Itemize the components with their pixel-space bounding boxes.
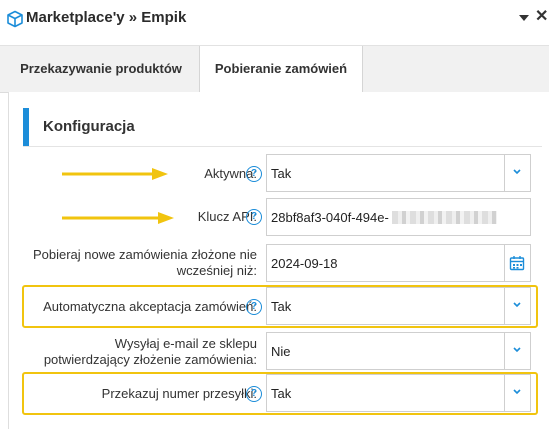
field-label: Przekazuj numer przesyłki: [101,386,257,401]
dropdown-button[interactable] [504,333,530,369]
input-value: 2024-09-18 [271,256,338,271]
tab-bar: Przekazywanie produktów Pobieranie zamów… [0,45,549,93]
aktywna-select[interactable]: Tak [266,154,531,192]
help-icon[interactable]: ? [246,299,262,315]
input-value: 28bf8af3-040f-494e- [271,210,389,225]
calendar-button[interactable] [504,245,530,281]
wysylaj-email-select[interactable]: Nie [266,332,531,370]
dropdown-button[interactable] [504,288,530,324]
field-label: Wysyłaj e-mail ze sklepu potwierdzający … [43,336,257,367]
help-icon[interactable]: ? [246,209,262,225]
field-row-przekazuj-numer: Przekazuj numer przesyłki: ? Tak [0,374,549,414]
cube-icon [7,10,23,28]
dropdown-button[interactable] [504,155,530,191]
section-accent-bar [23,108,29,146]
field-row-wysylaj-email: Wysyłaj e-mail ze sklepu potwierdzający … [0,332,549,372]
field-label: Automatyczna akceptacja zamówień: [43,299,257,314]
chevron-down-icon [513,347,521,353]
chevron-down-icon [513,302,521,308]
help-icon[interactable]: ? [246,386,262,402]
tab-przekazywanie-produktow[interactable]: Przekazywanie produktów [6,46,196,92]
caret-down-icon[interactable] [517,11,531,25]
help-icon[interactable]: ? [246,166,262,182]
field-row-automatyczna-akceptacja: Automatyczna akceptacja zamówień: ? Tak [0,287,549,327]
select-value: Nie [271,344,291,359]
calendar-icon [509,256,525,271]
dropdown-button[interactable] [504,375,530,411]
chevron-down-icon [513,389,521,395]
select-value: Tak [271,299,292,314]
tab-pobieranie-zamowien[interactable]: Pobieranie zamówień [199,46,363,93]
field-row-klucz-api: Klucz API: ? 28bf8af3-040f-494e- [0,198,549,238]
section-title: Konfiguracja [43,118,135,135]
field-row-data: Pobieraj nowe zamówienia złożone nie wcz… [0,243,549,283]
date-input[interactable]: 2024-09-18 [266,244,531,282]
select-value: Tak [271,166,292,181]
field-row-aktywna: Aktywna: ? Tak [0,154,549,194]
automatyczna-akceptacja-select[interactable]: Tak [266,287,531,325]
section-header: Konfiguracja [23,108,542,147]
api-key-input[interactable]: 28bf8af3-040f-494e- [266,198,531,236]
close-icon[interactable]: ✕ [535,7,548,27]
przekazuj-numer-select[interactable]: Tak [266,374,531,412]
select-value: Tak [271,386,292,401]
window-title: Marketplace'y » Empik [26,9,187,26]
window-header: Marketplace'y » Empik ✕ [0,0,549,38]
blurred-text [392,211,497,224]
chevron-down-icon [513,169,521,175]
field-label: Pobieraj nowe zamówienia złożone nie wcz… [32,247,257,278]
